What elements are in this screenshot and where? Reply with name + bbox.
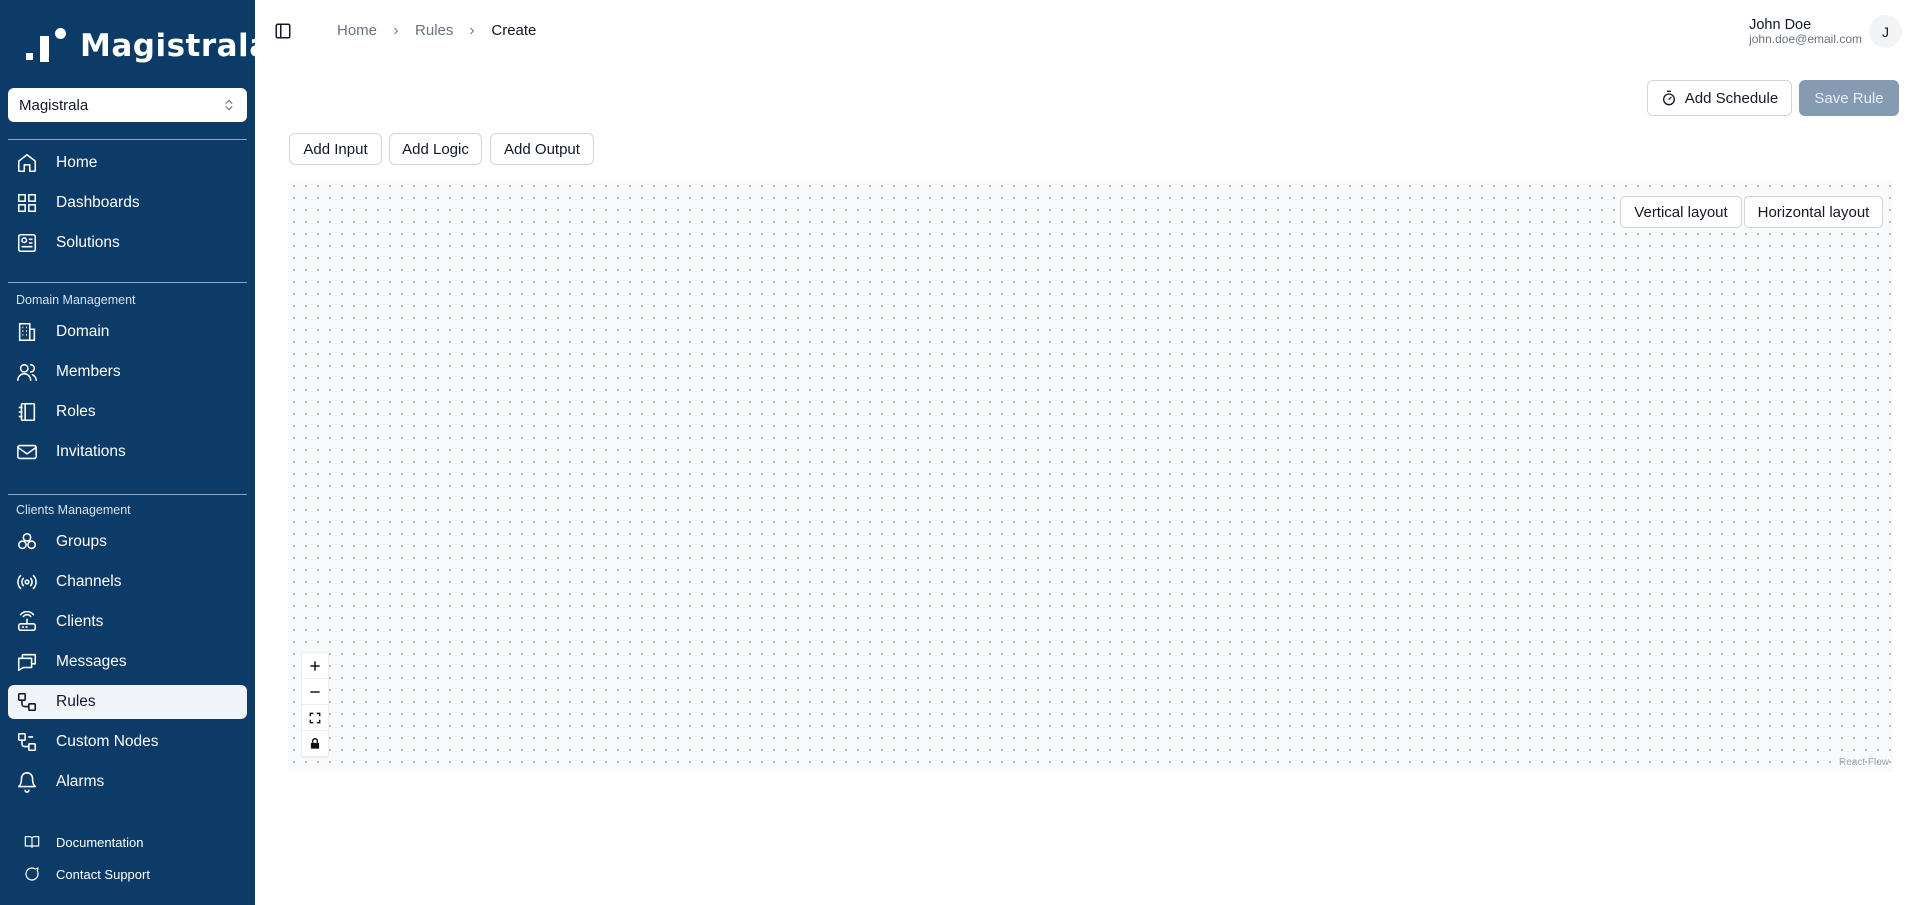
sidebar-item-label: Rules (56, 693, 96, 710)
sidebar-item-home[interactable]: Home (8, 146, 247, 180)
broadcast-icon (17, 574, 37, 590)
sidebar-item-groups[interactable]: Groups (8, 525, 247, 559)
user-email: john.doe@email.com (1749, 32, 1862, 46)
chevron-right-icon (394, 27, 399, 34)
sidebar-divider (8, 494, 247, 495)
timer-icon (1662, 90, 1675, 106)
documentation-link[interactable]: Documentation (8, 828, 247, 856)
section-label-clients-management: Clients Management (16, 503, 131, 517)
sidebar-item-custom-nodes[interactable]: Custom Nodes (8, 725, 247, 759)
contact-support-link[interactable]: Contact Support (8, 860, 247, 888)
sidebar-item-label: Invitations (56, 443, 126, 460)
contact-support-label: Contact Support (56, 866, 150, 882)
bell-icon (17, 772, 37, 793)
sidebar-item-domain[interactable]: Domain (8, 315, 247, 349)
sidebar: Magistrala Magistrala Home Dashboards So… (0, 0, 255, 905)
sidebar-item-label: Clients (56, 613, 104, 630)
domain-selector[interactable]: Magistrala (8, 88, 247, 122)
sidebar-item-label: Roles (56, 403, 96, 420)
rules-icon (17, 692, 37, 712)
sidebar-item-label: Solutions (56, 234, 120, 251)
vertical-layout-button[interactable]: Vertical layout (1620, 196, 1742, 228)
section-label-domain-management: Domain Management (16, 293, 136, 307)
nodes-icon (17, 732, 37, 752)
user-info[interactable]: John Doe john.doe@email.com (1749, 17, 1862, 46)
building-icon (18, 322, 36, 342)
sidebar-item-label: Dashboards (56, 194, 140, 211)
sidebar-item-solutions[interactable]: Solutions (8, 226, 247, 260)
sidebar-item-label: Members (56, 363, 121, 380)
solutions-icon (17, 233, 37, 253)
sidebar-item-channels[interactable]: Channels (8, 565, 247, 599)
sidebar-item-label: Home (56, 154, 98, 171)
sidebar-item-label: Alarms (56, 773, 105, 790)
chat-icon (25, 867, 39, 881)
react-flow-attribution[interactable]: React Flow (1839, 757, 1889, 768)
sidebar-item-invitations[interactable]: Invitations (8, 435, 247, 469)
add-input-label: Add Input (303, 140, 368, 158)
sidebar-item-dashboards[interactable]: Dashboards (8, 186, 247, 220)
add-schedule-button[interactable]: Add Schedule (1647, 80, 1792, 116)
logo-mark-icon (26, 28, 68, 64)
sidebar-item-label: Channels (56, 573, 122, 590)
breadcrumb-current: Create (491, 22, 537, 39)
add-schedule-label: Add Schedule (1684, 89, 1779, 107)
sidebar-item-alarms[interactable]: Alarms (8, 765, 247, 799)
fit-view-icon (309, 712, 321, 723)
sidebar-item-clients[interactable]: Clients (8, 605, 247, 639)
zoom-out-button[interactable] (302, 679, 328, 705)
add-output-button[interactable]: Add Output (490, 133, 594, 165)
sidebar-item-label: Custom Nodes (56, 733, 159, 750)
horizontal-layout-button[interactable]: Horizontal layout (1744, 196, 1883, 228)
chevron-right-icon (470, 27, 475, 34)
minus-icon (310, 690, 320, 693)
horizontal-layout-label: Horizontal layout (1757, 203, 1870, 221)
sidebar-item-label: Domain (56, 323, 110, 340)
plus-icon (310, 660, 320, 671)
add-output-label: Add Output (504, 140, 580, 158)
domain-selector-value: Magistrala (19, 96, 89, 114)
lock-button[interactable] (302, 731, 328, 757)
fit-view-button[interactable] (302, 705, 328, 731)
avatar[interactable]: J (1869, 15, 1902, 48)
documentation-label: Documentation (56, 834, 144, 850)
book-icon (18, 402, 36, 422)
groups-icon (17, 532, 37, 550)
breadcrumb: Home Rules Create (337, 22, 536, 39)
save-rule-button[interactable]: Save Rule (1799, 80, 1899, 116)
sidebar-item-label: Messages (56, 653, 127, 670)
home-icon (17, 153, 37, 173)
save-rule-label: Save Rule (1814, 89, 1884, 107)
breadcrumb-rules[interactable]: Rules (415, 22, 453, 39)
flow-canvas[interactable]: Vertical layout Horizontal layout React … (288, 180, 1893, 772)
dashboard-icon (17, 193, 37, 213)
sidebar-divider (8, 139, 247, 140)
messages-icon (17, 653, 37, 672)
user-name: John Doe (1749, 17, 1812, 33)
add-input-button[interactable]: Add Input (289, 133, 382, 165)
flow-controls (302, 653, 328, 757)
add-logic-label: Add Logic (402, 140, 469, 158)
sidebar-item-rules[interactable]: Rules (8, 685, 247, 719)
sidebar-divider (8, 282, 247, 283)
book-open-icon (24, 836, 40, 848)
users-icon (17, 363, 37, 382)
sidebar-item-label: Groups (56, 533, 107, 550)
breadcrumb-home[interactable]: Home (337, 22, 377, 39)
lock-icon (310, 737, 320, 749)
sidebar-item-roles[interactable]: Roles (8, 395, 247, 429)
vertical-layout-label: Vertical layout (1634, 203, 1728, 221)
sidebar-item-messages[interactable]: Messages (8, 645, 247, 679)
mail-icon (17, 444, 37, 460)
logo-text: Magistrala (80, 28, 255, 64)
app-logo[interactable]: Magistrala (26, 26, 255, 66)
router-icon (17, 611, 37, 632)
add-logic-button[interactable]: Add Logic (389, 133, 482, 165)
chevrons-up-down-icon (225, 99, 233, 111)
zoom-in-button[interactable] (302, 653, 328, 679)
sidebar-item-members[interactable]: Members (8, 355, 247, 389)
sidebar-toggle-icon[interactable] (274, 22, 292, 40)
